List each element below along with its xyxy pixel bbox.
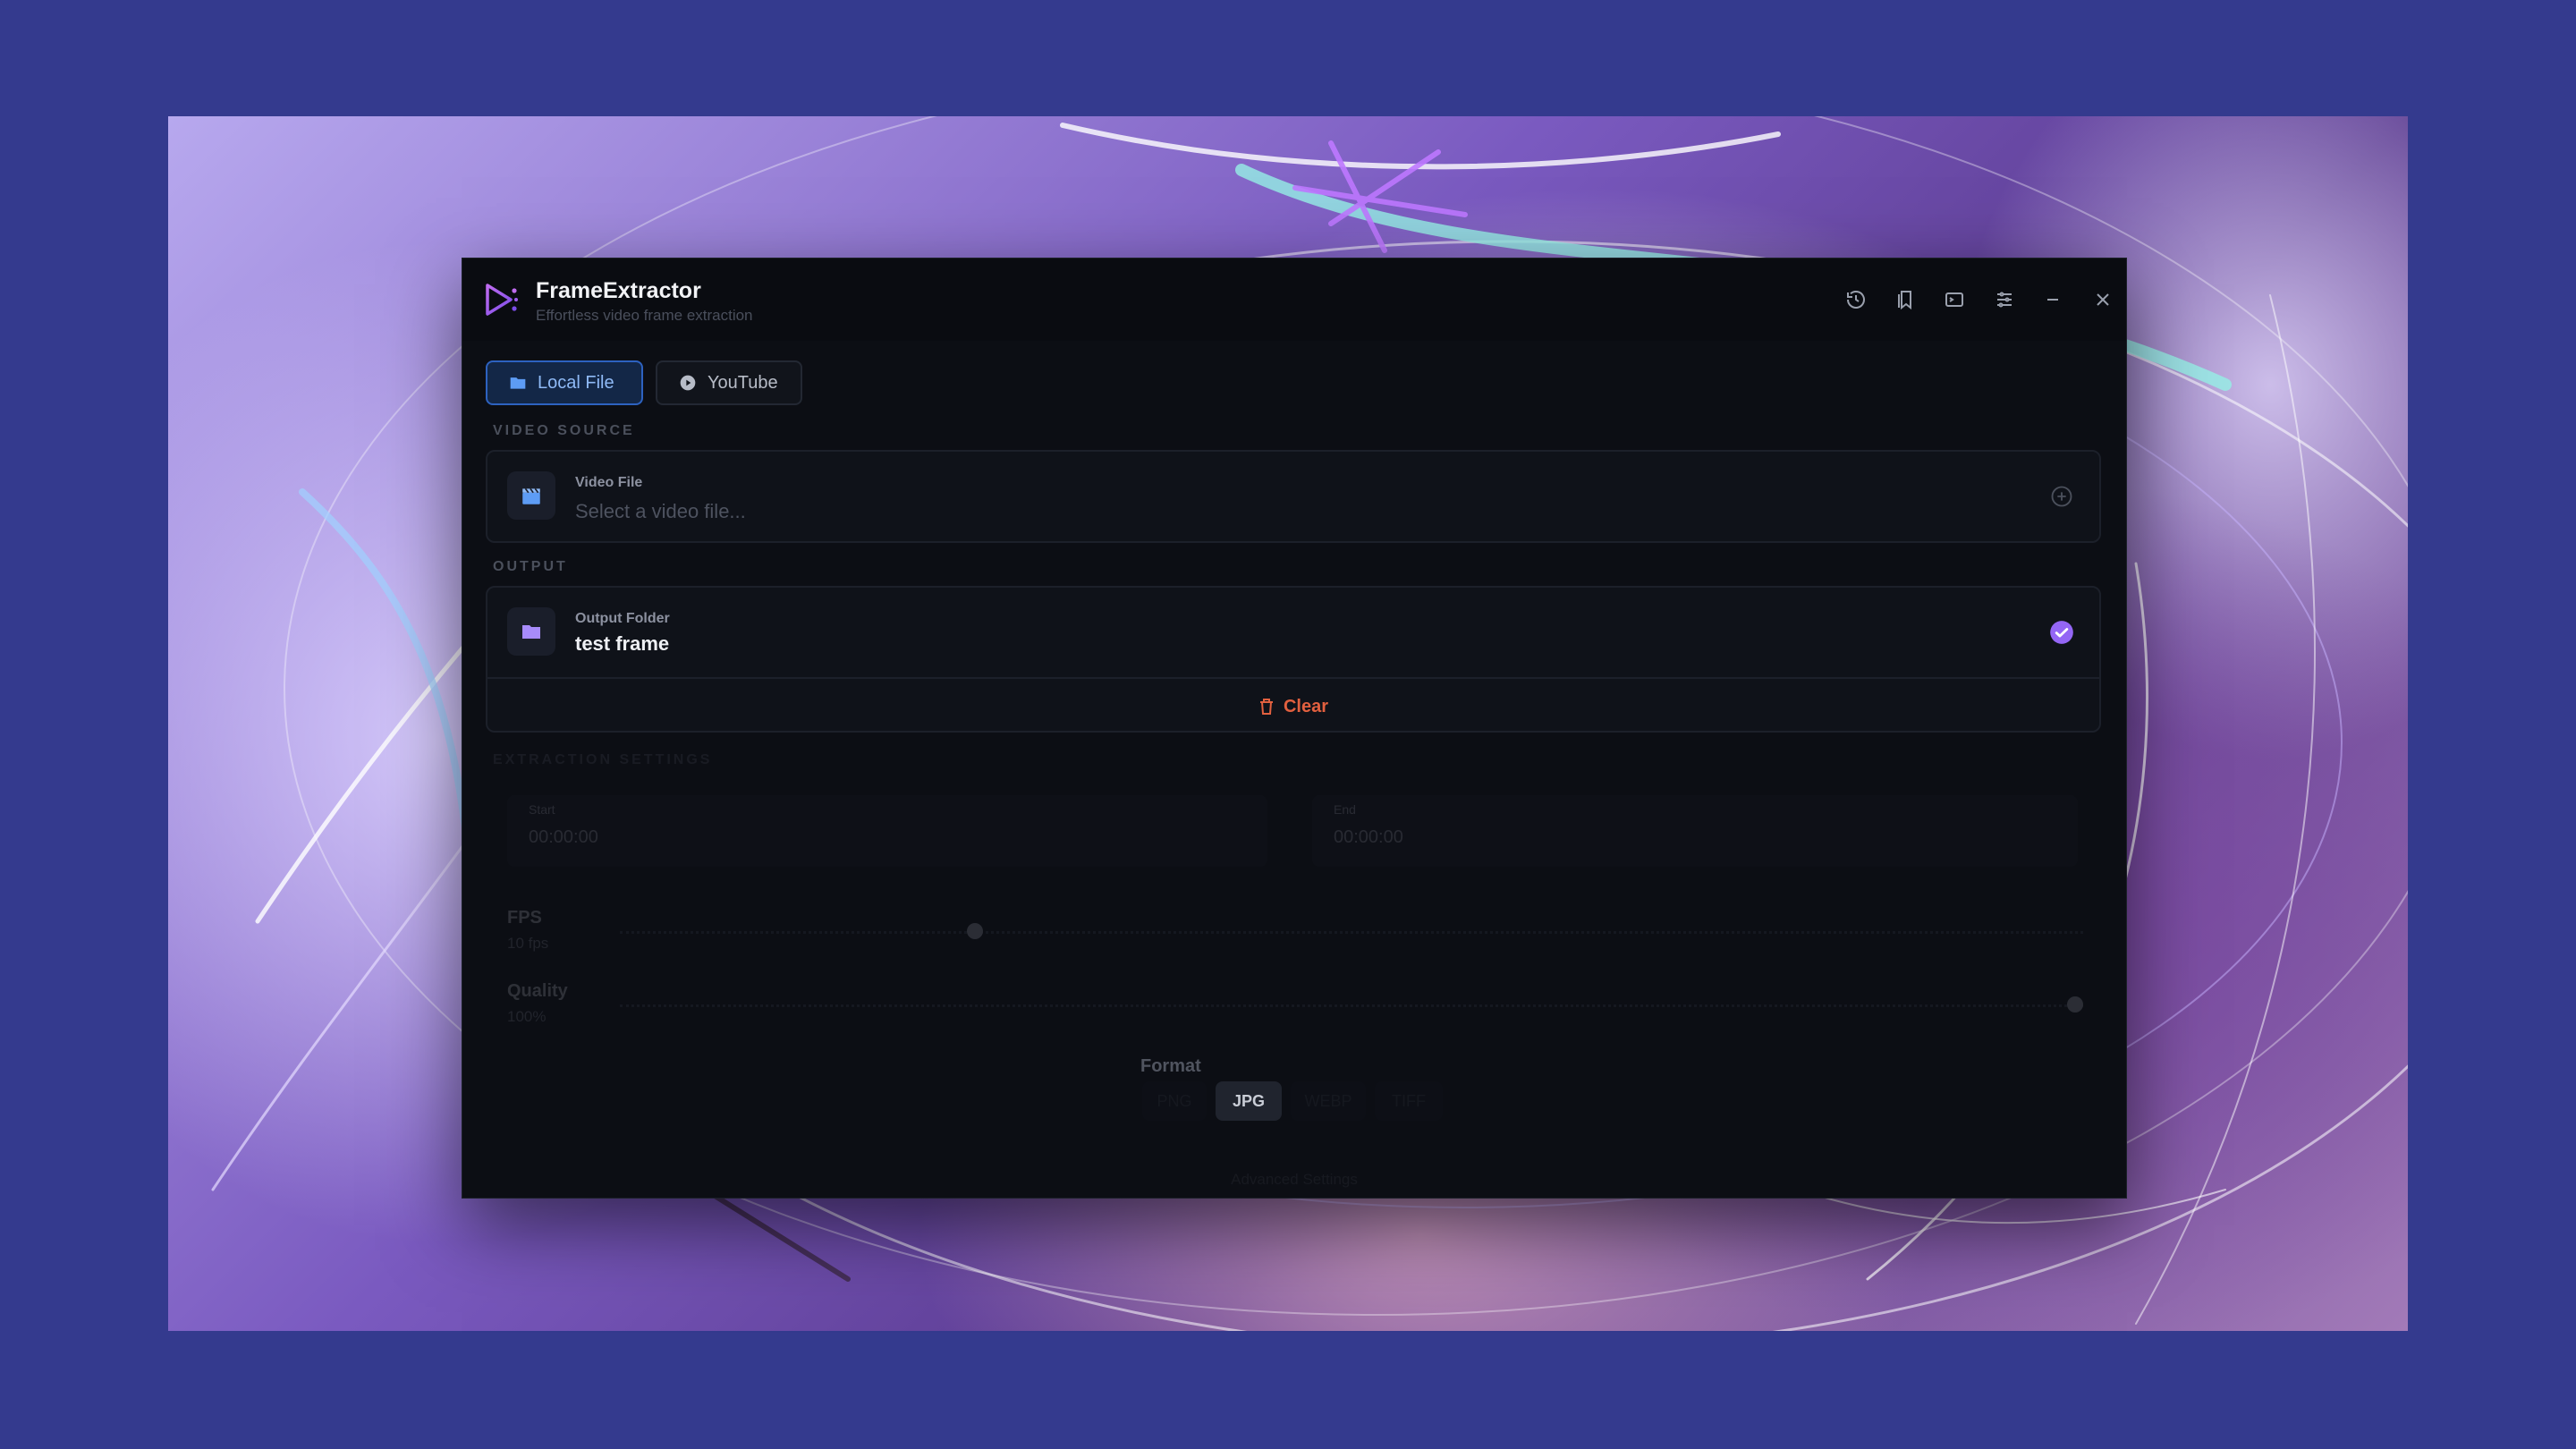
start-time-field[interactable]: Start 00:00:00 xyxy=(507,795,1267,867)
logo-icon xyxy=(486,284,518,316)
clear-button[interactable]: Clear xyxy=(487,677,2099,734)
app-window: FrameExtractor Effortless video frame ex… xyxy=(462,258,2127,1199)
format-option-webp[interactable]: WEBP xyxy=(1291,1081,1366,1121)
output-folder-label: Output Folder xyxy=(575,611,670,626)
video-file-placeholder: Select a video file... xyxy=(575,500,746,522)
end-label: End xyxy=(1334,802,1356,817)
tab-local-file[interactable]: Local File xyxy=(486,360,643,405)
format-label: Format xyxy=(1140,1056,1201,1076)
check-circle-icon xyxy=(2050,621,2073,644)
section-label-extraction: EXTRACTION SETTINGS xyxy=(493,752,713,767)
output-folder-value[interactable]: test frame xyxy=(575,632,669,656)
terminal-icon[interactable] xyxy=(1938,284,1970,316)
fps-slider[interactable] xyxy=(620,931,2083,937)
advanced-settings-toggle[interactable]: Advanced Settings xyxy=(462,1171,2126,1189)
section-label-output: OUTPUT xyxy=(493,559,568,574)
output-folder-card: Output Folder test frame Clear xyxy=(486,586,2101,733)
end-value: 00:00:00 xyxy=(1334,827,1403,847)
play-circle-icon xyxy=(680,375,696,391)
title-bar[interactable]: FrameExtractor Effortless video frame ex… xyxy=(462,258,2126,341)
section-label-video-source: VIDEO SOURCE xyxy=(493,423,635,438)
clapperboard-icon xyxy=(507,471,555,520)
format-option-jpg[interactable]: JPG xyxy=(1216,1081,1282,1121)
trash-icon xyxy=(1259,699,1273,715)
bookmark-icon[interactable] xyxy=(1890,284,1922,316)
format-option-tiff[interactable]: TIFF xyxy=(1375,1081,1443,1121)
folder-icon xyxy=(507,607,555,656)
fps-label: FPS xyxy=(507,908,542,928)
format-option-png[interactable]: PNG xyxy=(1142,1081,1207,1121)
minimize-icon[interactable] xyxy=(2037,284,2069,316)
quality-slider-thumb[interactable] xyxy=(2067,996,2083,1013)
quality-label: Quality xyxy=(507,981,568,1001)
quality-slider[interactable] xyxy=(620,1004,2083,1011)
fps-value: 10 fps xyxy=(507,935,549,952)
add-circle-icon[interactable] xyxy=(2049,484,2074,509)
quality-value: 100% xyxy=(507,1008,547,1025)
app-subtitle: Effortless video frame extraction xyxy=(536,307,753,324)
start-value: 00:00:00 xyxy=(529,827,598,847)
clear-label: Clear xyxy=(1283,696,1329,716)
video-file-picker[interactable]: Video File Select a video file... xyxy=(486,450,2101,543)
close-icon[interactable] xyxy=(2087,284,2119,316)
end-time-field[interactable]: End 00:00:00 xyxy=(1312,795,2078,867)
app-title: FrameExtractor xyxy=(536,278,701,303)
tab-youtube[interactable]: YouTube xyxy=(656,360,802,405)
settings-sliders-icon[interactable] xyxy=(1988,284,2021,316)
tab-label: YouTube xyxy=(708,372,778,393)
start-label: Start xyxy=(529,802,555,817)
tab-label: Local File xyxy=(538,372,614,393)
video-file-label: Video File xyxy=(575,475,643,490)
history-icon[interactable] xyxy=(1840,284,1872,316)
folder-icon xyxy=(510,377,526,389)
